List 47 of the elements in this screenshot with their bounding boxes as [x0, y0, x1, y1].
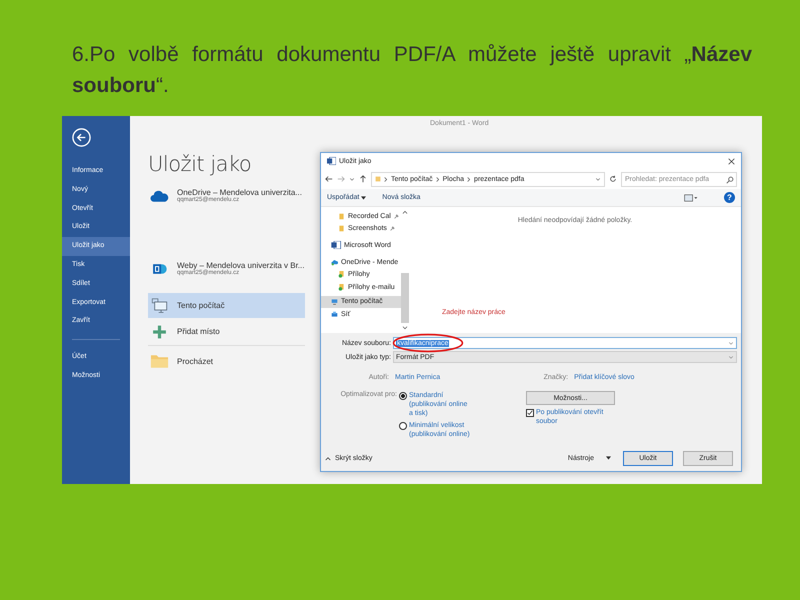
chevron-up-icon[interactable]: [325, 456, 331, 460]
back-icon[interactable]: [325, 175, 333, 183]
location-name: Weby – Mendelova univerzita v Br...: [177, 261, 304, 270]
radio-icon[interactable]: [399, 392, 407, 400]
network-icon: [331, 310, 338, 318]
help-button[interactable]: ?: [724, 192, 735, 203]
synced-folder-icon: [338, 284, 345, 291]
word-icon: [331, 241, 341, 250]
chevron-down-icon[interactable]: [402, 326, 408, 330]
page-title: Uložit jako: [148, 152, 252, 176]
location-item[interactable]: Tento počítač: [148, 293, 305, 318]
view-icon[interactable]: [682, 194, 700, 202]
location-item[interactable]: Přidat místo: [148, 318, 305, 346]
location-name: OneDrive – Mendelova univerzita...: [177, 188, 302, 197]
chevron-right-icon: [436, 176, 440, 182]
location-name: Přidat místo: [177, 327, 220, 336]
location-item[interactable]: Procházet: [148, 346, 305, 376]
sharepoint-icon: [150, 261, 169, 277]
location-name: Tento počítač: [177, 301, 225, 310]
synced-folder-icon: [338, 271, 345, 278]
refresh-icon[interactable]: [609, 175, 617, 183]
word-icon: [327, 157, 336, 165]
radio-icon[interactable]: [399, 422, 407, 430]
search-icon: [726, 176, 734, 184]
computer-icon: [331, 298, 338, 306]
chevron-down-icon[interactable]: [349, 176, 355, 182]
caret-icon[interactable]: [606, 456, 611, 460]
folder-icon: [150, 353, 169, 369]
chevron-right-icon: [384, 176, 388, 182]
close-icon[interactable]: [728, 158, 735, 164]
annotation-ellipse: [392, 331, 464, 355]
chevron-down-icon[interactable]: [595, 176, 601, 182]
plus-icon: [150, 324, 169, 340]
up-arrow-icon[interactable]: [359, 175, 367, 183]
scrollbar-thumb[interactable]: [401, 273, 409, 323]
cloud-icon: [331, 258, 338, 266]
chevron-right-icon: [467, 176, 472, 182]
chevron-down-icon[interactable]: [728, 340, 734, 346]
caret-icon[interactable]: [361, 196, 366, 200]
slide-heading: 6.Po volbě formátu dokumentu PDF/A můžete ještě upravit „Název souboru“.: [71, 42, 753, 99]
folder-icon: [375, 175, 381, 183]
cloud-icon: [150, 188, 169, 204]
computer-icon: [150, 298, 169, 314]
location-name: Procházet: [177, 356, 214, 366]
chevron-up-icon[interactable]: [402, 210, 408, 214]
chevron-down-icon: [728, 354, 734, 360]
checkbox[interactable]: [526, 409, 534, 417]
